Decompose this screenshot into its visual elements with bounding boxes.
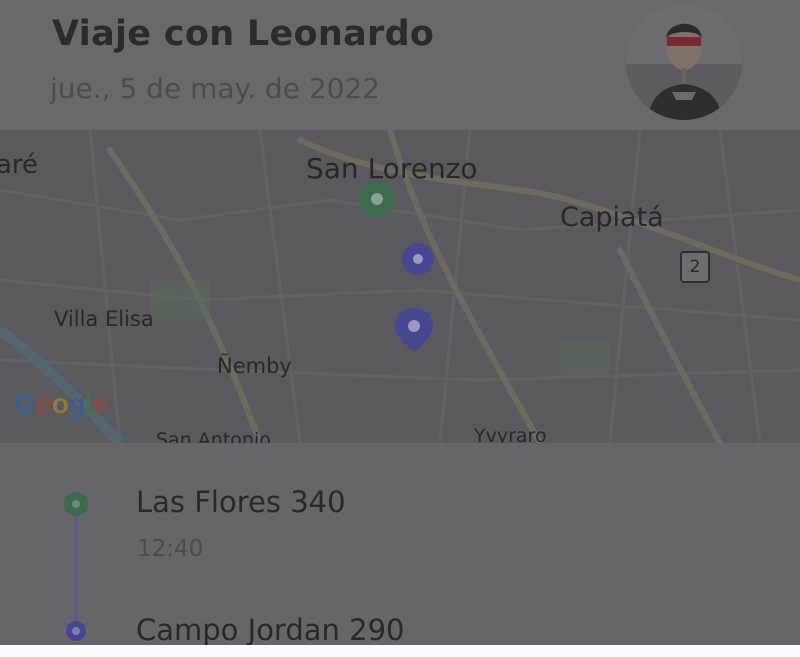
route-timeline: Las Flores 340 12:40 Campo Jordan 290 [0,443,800,645]
map-label-villa-elisa: Villa Elisa [54,307,154,331]
trip-detail-screen: Viaje con Leonardo jue., 5 de may. de 20… [0,0,800,645]
map-label-are: aré [0,150,39,180]
map-label-yvyraro: Yvyraro [474,425,547,443]
origin-address: Las Flores 340 [136,485,346,519]
avatar-photo [626,4,742,120]
trip-title: Viaje con Leonardo [52,14,435,54]
map-label-capiata: Capiatá [560,202,664,233]
origin-dot-icon [64,492,88,516]
origin-pin-icon[interactable] [358,180,396,218]
destination-dot-icon [66,621,86,641]
driver-avatar[interactable] [626,4,742,120]
google-logo: Google [14,388,108,419]
waypoint-pin-icon[interactable] [401,242,435,276]
map-label-nemby: Ñemby [217,354,292,378]
trip-header: Viaje con Leonardo jue., 5 de may. de 20… [0,0,800,130]
destination-address: Campo Jordan 290 [136,613,405,645]
trip-map[interactable]: aré San Lorenzo Capiatá 2 Villa Elisa Ñe… [0,130,800,443]
origin-time: 12:40 [137,536,204,562]
route-connector-line [74,505,77,633]
route-shield-2: 2 [680,251,710,283]
destination-pin-icon[interactable] [393,306,435,354]
trip-date: jue., 5 de may. de 2022 [50,72,381,105]
map-label-san-antonio: San Antonio [156,429,271,443]
